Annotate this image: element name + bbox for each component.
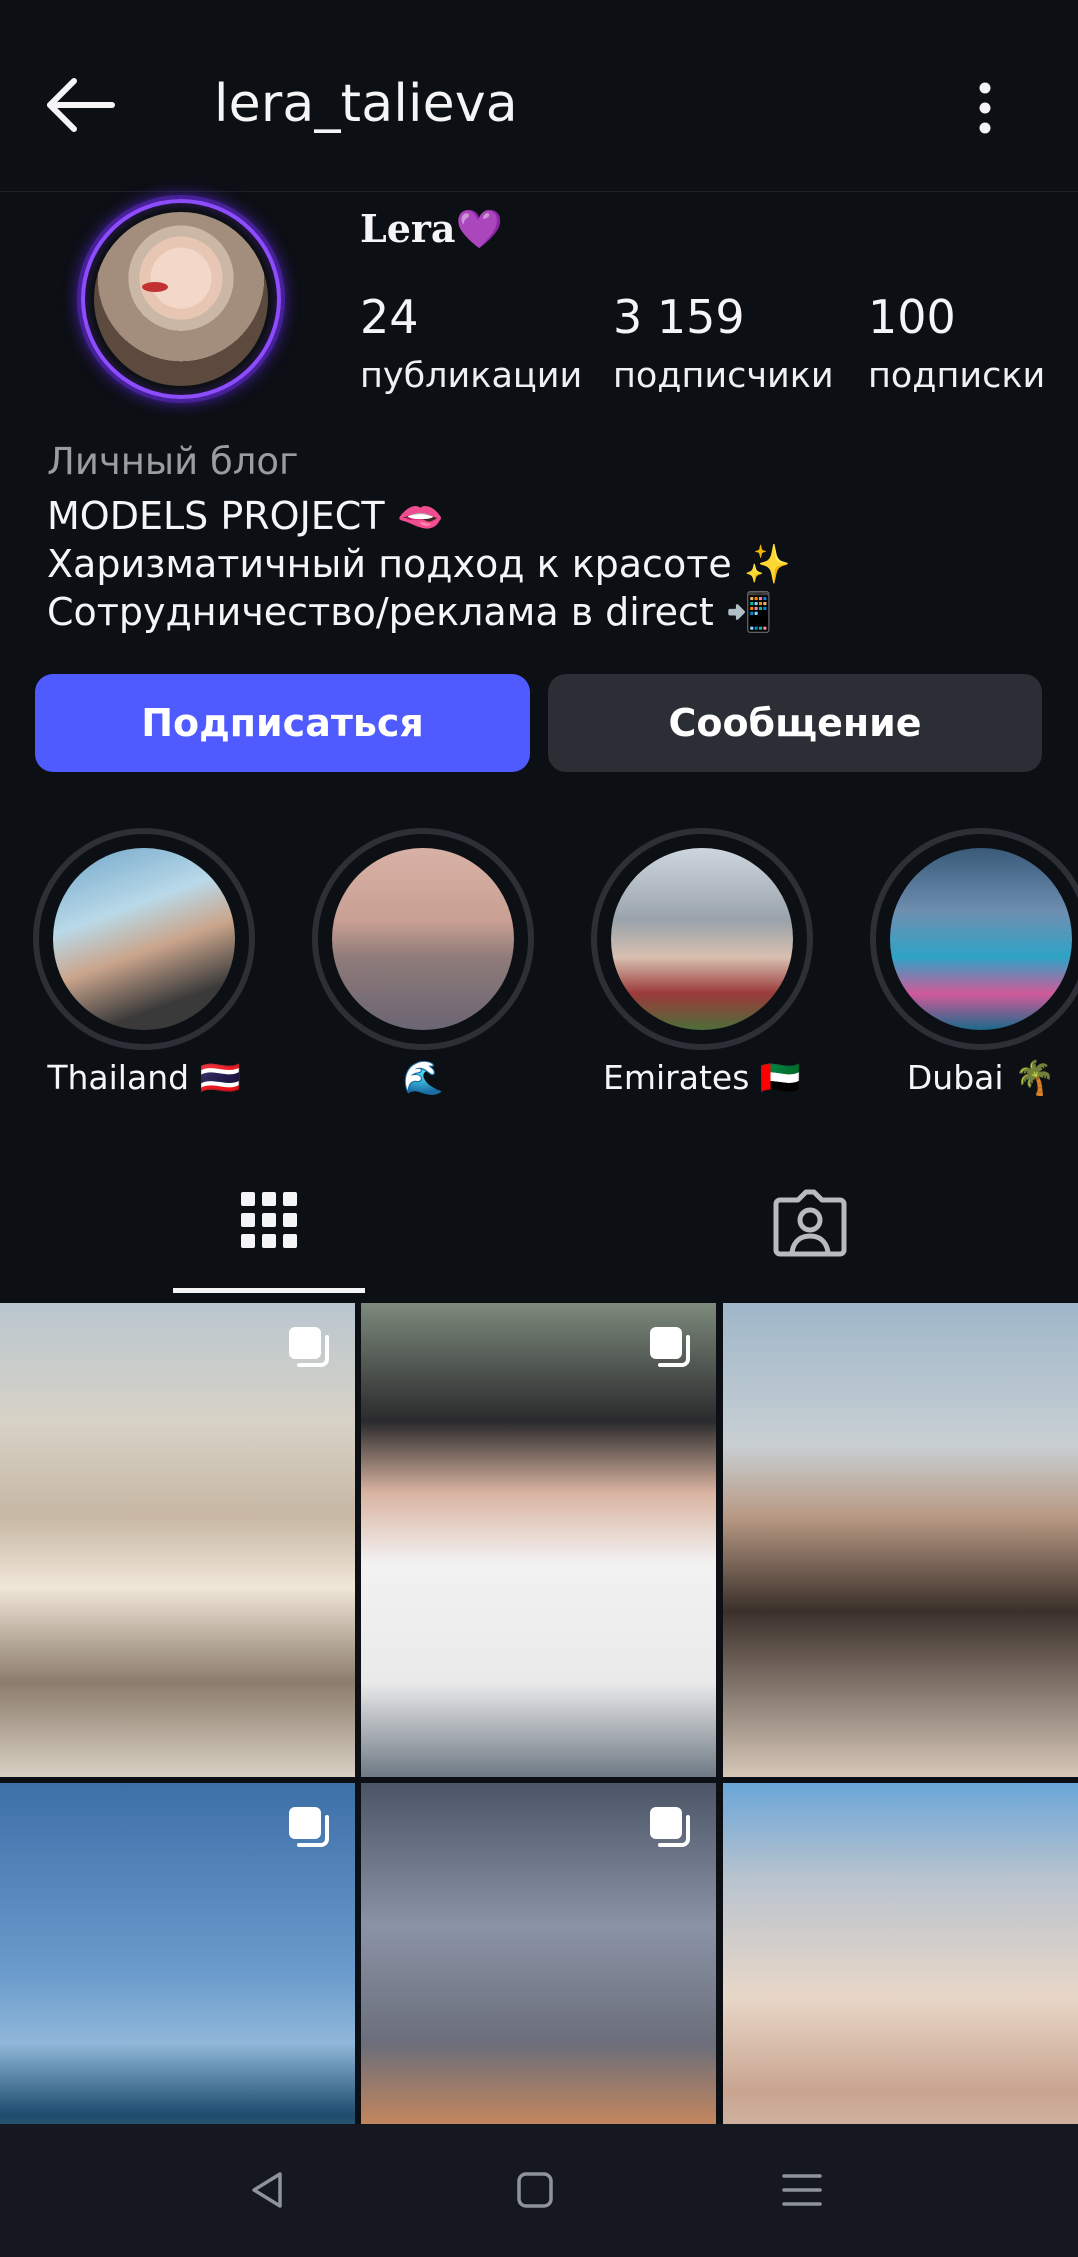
bio-category: Личный блог: [47, 440, 299, 483]
followers-label[interactable]: подписчики: [613, 356, 834, 396]
highlight-label[interactable]: Dubai 🌴: [841, 1058, 1078, 1098]
message-button[interactable]: Сообщение: [548, 674, 1042, 772]
highlight-cover: [611, 848, 793, 1030]
arrow-left-icon: [47, 78, 115, 132]
tab-posts-grid[interactable]: [173, 1168, 365, 1298]
follow-button[interactable]: Подписаться: [35, 674, 530, 772]
tab-tagged[interactable]: [760, 1168, 860, 1288]
highlight-label[interactable]: Thailand 🇹🇭: [4, 1058, 284, 1098]
bio-line: Харизматичный подход к красоте ✨: [47, 542, 792, 586]
story-highlight[interactable]: [312, 828, 534, 1050]
system-back-button[interactable]: [238, 2160, 298, 2220]
more-vertical-icon: [979, 82, 991, 134]
home-square-icon: [517, 2172, 553, 2208]
carousel-icon: [650, 1807, 690, 1847]
highlight-cover: [890, 848, 1072, 1030]
tagged-person-icon: [773, 1189, 847, 1257]
system-home-button[interactable]: [505, 2160, 565, 2220]
bio-line: MODELS PROJECT 🫦: [47, 494, 444, 538]
following-count[interactable]: 100: [868, 290, 956, 344]
more-options-button[interactable]: [960, 78, 1010, 138]
system-menu-button[interactable]: [772, 2160, 832, 2220]
profile-username: lera_talieva: [214, 74, 518, 134]
bio-line: Сотрудничество/реклама в direct 📲: [47, 590, 774, 634]
back-triangle-icon: [252, 2172, 282, 2208]
followers-count[interactable]: 3 159: [613, 290, 745, 344]
grid-icon: [241, 1192, 297, 1248]
carousel-icon: [650, 1327, 690, 1367]
highlight-cover: [53, 848, 235, 1030]
highlight-label[interactable]: Emirates 🇦🇪: [562, 1058, 842, 1098]
highlight-cover: [332, 848, 514, 1030]
post-thumbnail[interactable]: [361, 1303, 716, 1777]
post-thumbnail[interactable]: [0, 1303, 355, 1777]
menu-lines-icon: [782, 2174, 822, 2206]
avatar[interactable]: [94, 212, 268, 386]
highlight-label[interactable]: 🌊: [283, 1058, 563, 1098]
carousel-icon: [289, 1807, 329, 1847]
story-highlight[interactable]: [33, 828, 255, 1050]
story-highlight[interactable]: [870, 828, 1078, 1050]
following-label[interactable]: подписки: [868, 356, 1045, 396]
posts-count[interactable]: 24: [360, 290, 419, 344]
active-tab-indicator: [173, 1288, 365, 1293]
display-name: Lera💜: [360, 206, 503, 251]
profile-header: [0, 0, 1078, 192]
story-highlight[interactable]: [591, 828, 813, 1050]
back-button[interactable]: [40, 70, 140, 150]
carousel-icon: [289, 1327, 329, 1367]
post-thumbnail[interactable]: [723, 1303, 1078, 1777]
posts-label[interactable]: публикации: [360, 356, 582, 396]
